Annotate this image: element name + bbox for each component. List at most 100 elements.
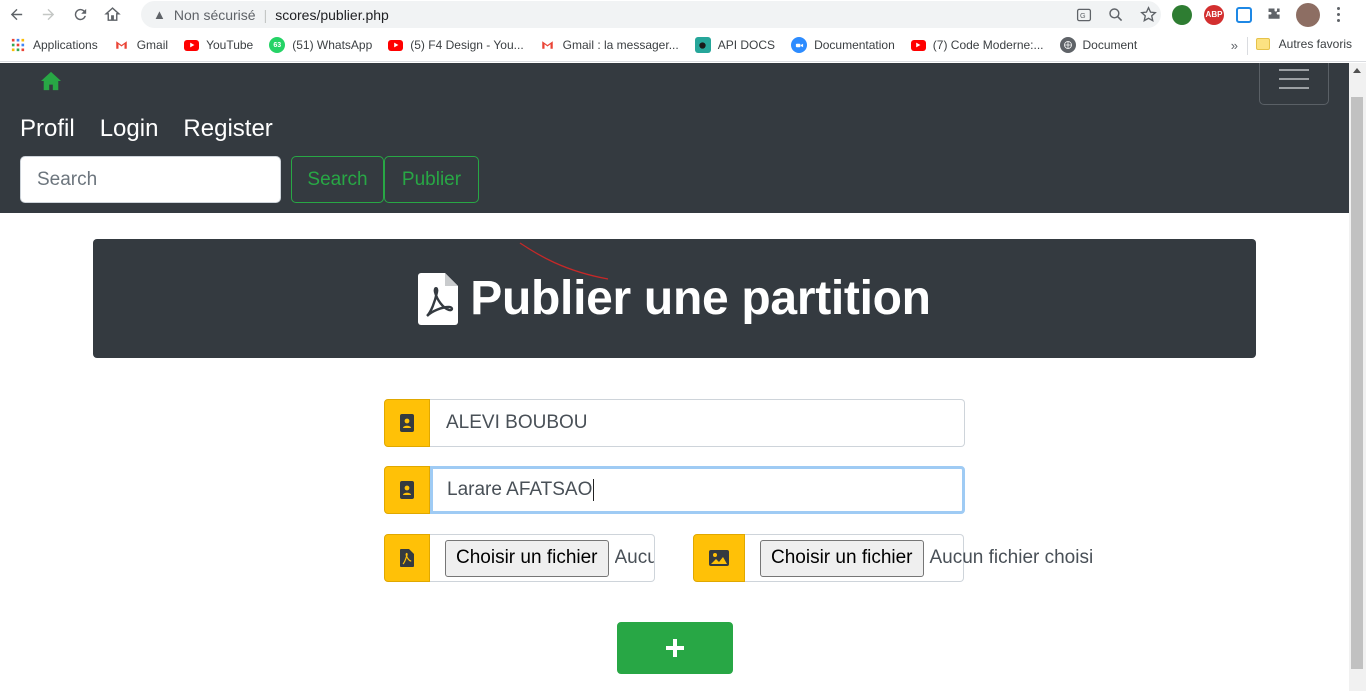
publish-nav-button[interactable]: Publier — [384, 156, 479, 203]
navbar: Profil Login Register Search Publier — [0, 63, 1349, 213]
bookmark-label: Applications — [33, 38, 98, 52]
profile-avatar[interactable] — [1296, 2, 1320, 27]
file-pdf-icon — [418, 272, 459, 325]
more-bookmarks-chevron-icon[interactable]: » — [1231, 38, 1238, 53]
search-button[interactable]: Search — [291, 156, 384, 203]
arrow-left-icon — [10, 8, 22, 21]
pdf-file-input-group: Choisir un fichier Aucun fichier choisi — [384, 534, 655, 582]
bookmark-applications[interactable]: Applications — [10, 37, 98, 53]
security-label: Non sécurisé — [173, 6, 256, 23]
composer-field-value: ALEVI BOUBOU — [446, 412, 588, 433]
navbar-toggler-button[interactable] — [1259, 63, 1329, 105]
zoom-icon[interactable] — [1107, 6, 1125, 24]
contact-card-icon — [400, 481, 414, 499]
submit-add-button[interactable] — [617, 622, 733, 674]
page-header-banner: Publier une partition — [93, 239, 1256, 358]
home-icon[interactable] — [40, 71, 62, 91]
choose-image-file-button[interactable]: Choisir un fichier — [760, 539, 924, 577]
bookmark-label: Gmail — [136, 38, 169, 52]
forward-button[interactable] — [32, 0, 64, 29]
bookmark-label: YouTube — [206, 38, 254, 52]
bookmark-youtube[interactable]: YouTube — [184, 38, 253, 52]
image-icon — [709, 550, 729, 566]
image-file-status: Aucun fichier choisi — [929, 547, 1094, 568]
zoom-icon — [791, 37, 808, 53]
scroll-up-arrow-icon[interactable] — [1353, 68, 1361, 73]
home-button[interactable] — [96, 0, 128, 29]
input-addon — [384, 466, 430, 514]
bookmark-gmail[interactable]: Gmail — [114, 37, 168, 53]
contact-card-icon — [400, 414, 414, 432]
bookmarks-divider — [1247, 37, 1248, 55]
adblock-badge: ABP — [1205, 10, 1223, 19]
warning-triangle-icon: ▲ — [153, 7, 166, 22]
bookmark-label: (7) Code Moderne:... — [932, 38, 1044, 52]
composer-input-group: ALEVI BOUBOU — [384, 399, 965, 447]
search-input[interactable] — [20, 156, 281, 203]
bookmark-star-icon[interactable] — [1139, 6, 1157, 24]
bookmark-label: Documentation — [814, 38, 895, 52]
pdf-file-input[interactable]: Choisir un fichier Aucun fichier choisi — [430, 534, 655, 582]
youtube-icon — [388, 39, 404, 51]
youtube-icon — [910, 39, 926, 51]
composer-field[interactable]: ALEVI BOUBOU — [430, 399, 965, 447]
browser-toolbar: ▲ Non sécurisé | scores/publier.php G AB… — [0, 0, 1366, 29]
browser-menu-icon[interactable] — [1332, 7, 1344, 22]
scrollbar-thumb[interactable] — [1351, 97, 1363, 669]
translate-icon[interactable]: G — [1075, 6, 1093, 24]
globe-icon — [1059, 37, 1076, 53]
bookmark-label: (51) WhatsApp — [292, 38, 373, 52]
author-field-value: Larare AFATSAO — [447, 479, 593, 500]
bookmark-code-moderne[interactable]: (7) Code Moderne:... — [910, 38, 1044, 52]
bookmark-label: (5) F4 Design - You... — [410, 38, 524, 52]
nav-links: Profil Login Register — [20, 115, 273, 143]
reload-icon — [74, 8, 86, 21]
home-icon — [103, 7, 121, 21]
bookmark-gmail-messagerie[interactable]: Gmail : la messager... — [540, 37, 679, 53]
back-button[interactable] — [0, 0, 32, 29]
bookmark-label: Document — [1082, 38, 1138, 52]
bookmark-documentation[interactable]: Documentation — [791, 37, 895, 53]
page-scrollbar[interactable] — [1349, 63, 1366, 691]
file-pdf-icon — [400, 549, 414, 567]
translate-extension-icon[interactable] — [1236, 6, 1252, 23]
bookmarks-bar: Applications Gmail YouTube 63 (51) Whats… — [0, 29, 1366, 62]
input-addon — [384, 534, 430, 582]
arrow-right-icon — [42, 8, 54, 21]
gmail-icon — [540, 37, 556, 53]
other-bookmarks-label: Autres favoris — [1278, 37, 1352, 51]
pdf-file-status: Aucun fichier choisi — [614, 547, 655, 568]
author-input-group: Larare AFATSAO — [384, 466, 965, 514]
bookmark-f4-design[interactable]: (5) F4 Design - You... — [388, 38, 524, 52]
puzzle-extensions-icon[interactable] — [1264, 5, 1284, 25]
address-bar[interactable]: ▲ Non sécurisé | scores/publier.php G — [141, 1, 1161, 28]
input-addon — [384, 399, 430, 447]
url-text: scores/publier.php — [275, 6, 389, 23]
plus-icon — [666, 639, 684, 657]
bookmark-document[interactable]: Document — [1059, 37, 1138, 53]
nav-link-register[interactable]: Register — [183, 115, 272, 143]
input-addon — [693, 534, 745, 582]
nav-link-profil[interactable]: Profil — [20, 115, 75, 143]
whatsapp-badge: 63 — [273, 41, 282, 49]
nav-link-login[interactable]: Login — [100, 115, 159, 143]
image-file-input[interactable]: Choisir un fichier Aucun fichier choisi — [745, 534, 1093, 582]
bookmark-label: API DOCS — [717, 38, 776, 52]
bookmark-whatsapp[interactable]: 63 (51) WhatsApp — [269, 37, 372, 53]
choose-pdf-file-button[interactable]: Choisir un fichier — [445, 539, 609, 577]
page-viewport: Profil Login Register Search Publier Pub… — [0, 63, 1349, 691]
bookmark-label: Gmail : la messager... — [562, 38, 679, 52]
folder-icon — [1255, 38, 1270, 50]
bookmark-api-docs[interactable]: API DOCS — [694, 37, 776, 53]
youtube-icon — [184, 39, 200, 51]
author-field[interactable]: Larare AFATSAO — [430, 466, 965, 514]
reload-button[interactable] — [64, 0, 96, 29]
api-docs-icon — [694, 37, 711, 53]
other-bookmarks-folder[interactable]: Autres favoris — [1255, 37, 1352, 51]
apps-grid-icon — [10, 37, 26, 53]
annotation-scribble — [519, 242, 609, 280]
adblock-extension-icon[interactable]: ABP — [1204, 4, 1224, 25]
vpn-extension-icon[interactable] — [1172, 4, 1192, 25]
address-separator: | — [263, 6, 268, 23]
gmail-icon — [114, 37, 130, 53]
